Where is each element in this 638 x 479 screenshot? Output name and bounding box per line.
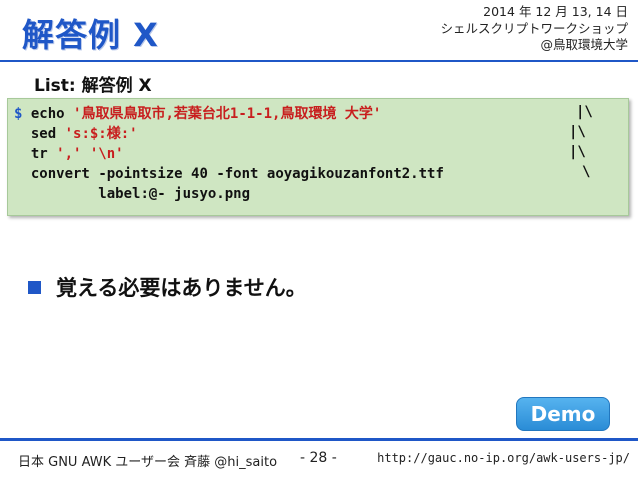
demo-button[interactable]: Demo (516, 397, 610, 431)
line-continuation-4: \ (582, 164, 591, 180)
code-arg-sed: 's:$:様:' (64, 126, 138, 142)
code-cmd-tr: tr (30, 146, 48, 162)
footer-author: 日本 GNU AWK ユーザー会 斉藤 @hi_saito (18, 455, 278, 470)
event-place: @鳥取環境大学 (540, 37, 628, 52)
slide-title: 解答例 X (22, 16, 159, 54)
line-continuation-1: |\ (576, 104, 593, 120)
event-name: シェルスクリプトワークショップ (440, 20, 628, 36)
list-label: List: 解答例 X (34, 76, 152, 96)
event-date: 2014 年 12 月 13, 14 日 (483, 4, 628, 19)
code-cmd-echo: echo (30, 106, 65, 122)
event-info: 2014 年 12 月 13, 14 日 シェルスクリプトワークショップ @鳥取… (368, 4, 628, 54)
line-continuation-2: |\ (569, 124, 586, 140)
title-divider (0, 60, 638, 62)
bullet-text: 覚える必要はありません。 (56, 276, 307, 300)
bullet-square-icon (28, 280, 41, 294)
code-text: $ echo '鳥取県鳥取市,若葉台北1-1-1,鳥取環境 大学' sed 's… (14, 104, 444, 204)
shell-prompt: $ (14, 106, 23, 122)
line-continuation-3: |\ (569, 144, 586, 160)
code-cmd-label: label:@- jusyo.png (98, 186, 251, 202)
footer-divider (0, 438, 638, 441)
page-number: - 28 - (300, 450, 337, 466)
bullet-item: 覚える必要はありません。 (28, 272, 307, 302)
code-arg-echo: '鳥取県鳥取市,若葉台北1-1-1,鳥取環境 大学' (73, 106, 382, 122)
code-arg-tr: ',' '\n' (56, 146, 124, 162)
code-cmd-convert: convert (30, 166, 90, 182)
footer-url[interactable]: http://gauc.no-ip.org/awk-users-jp/ (377, 451, 630, 465)
code-cmd-sed: sed (30, 126, 57, 142)
code-block: $ echo '鳥取県鳥取市,若葉台北1-1-1,鳥取環境 大学' sed 's… (7, 98, 629, 216)
code-arg-convert: -pointsize 40 -font aoyagikouzanfont2.tt… (98, 166, 444, 182)
